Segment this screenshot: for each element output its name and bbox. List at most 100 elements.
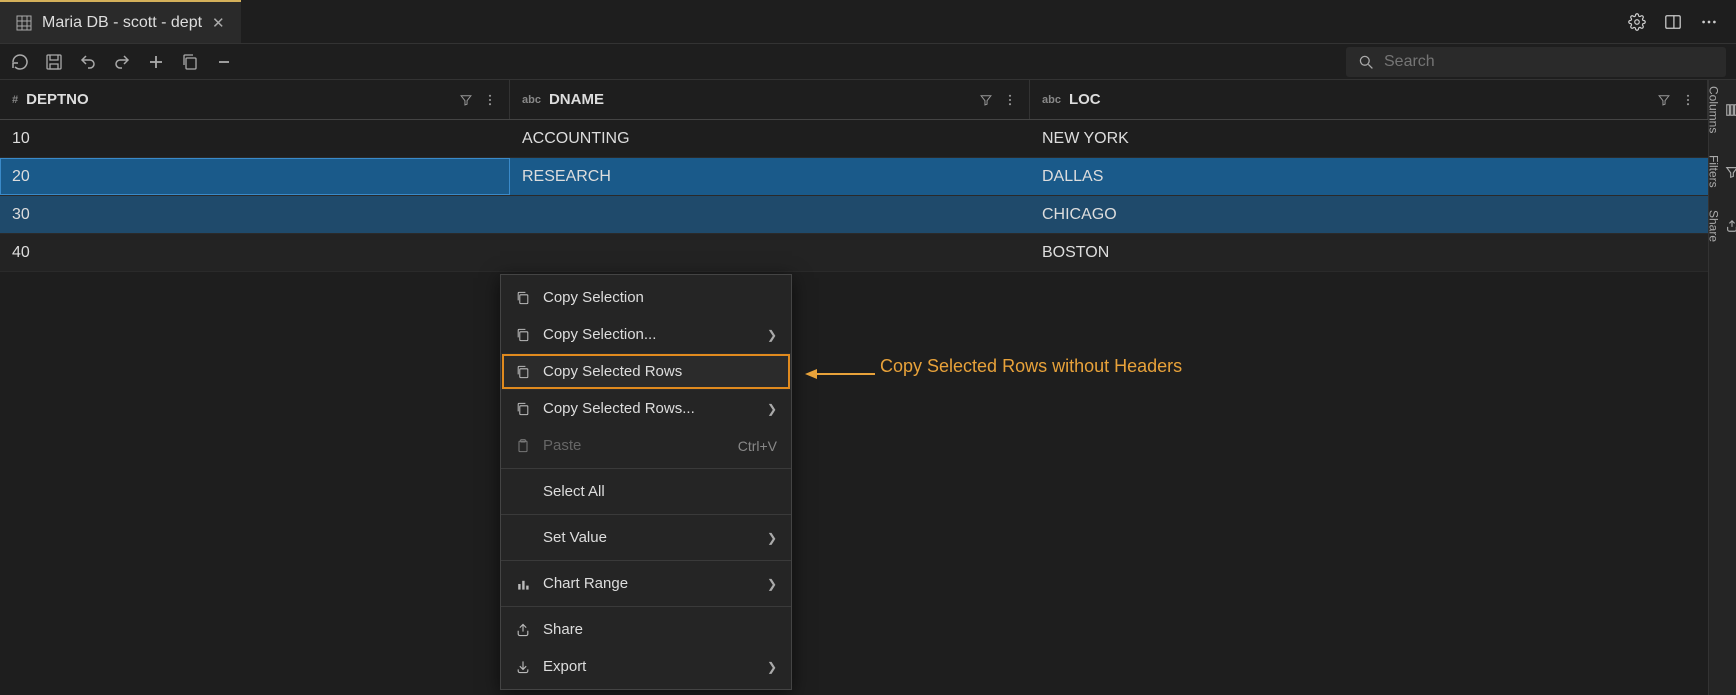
chart-icon	[515, 576, 531, 592]
column-header-loc[interactable]: abc LOC	[1030, 80, 1708, 119]
cell-dname[interactable]	[510, 234, 1030, 271]
tab-strip: Maria DB - scott - dept ✕	[0, 0, 241, 43]
grid-body: 10 ACCOUNTING NEW YORK 20 RESEARCH DALLA…	[0, 120, 1708, 272]
filter-icon[interactable]	[1657, 93, 1671, 107]
menu-item-label: Export	[543, 658, 755, 675]
cell-dname[interactable]: ACCOUNTING	[510, 120, 1030, 157]
close-icon[interactable]: ✕	[212, 14, 225, 32]
chevron-right-icon: ❯	[767, 531, 777, 545]
side-tab-label: Columns	[1707, 86, 1721, 133]
editor-tab[interactable]: Maria DB - scott - dept ✕	[0, 0, 241, 43]
menu-copy-selected-rows[interactable]: Copy Selected Rows	[501, 353, 791, 390]
data-grid: # DEPTNO abc DNAME abc LOC	[0, 80, 1708, 695]
refresh-button[interactable]	[10, 52, 30, 72]
cell-deptno[interactable]: 10	[0, 120, 510, 157]
column-menu-icon[interactable]	[483, 93, 497, 107]
chevron-right-icon: ❯	[767, 577, 777, 591]
search-icon	[1358, 54, 1374, 70]
add-row-button[interactable]	[146, 52, 166, 72]
table-row[interactable]: 30 CHICAGO	[0, 196, 1708, 234]
titlebar: Maria DB - scott - dept ✕	[0, 0, 1736, 44]
menu-item-label: Copy Selection...	[543, 326, 755, 343]
chevron-right-icon: ❯	[767, 660, 777, 674]
menu-item-label: Copy Selected Rows...	[543, 400, 755, 417]
column-menu-icon[interactable]	[1681, 93, 1695, 107]
filter-icon[interactable]	[459, 93, 473, 107]
cell-deptno[interactable]: 20	[0, 158, 510, 195]
column-name: DNAME	[549, 91, 604, 108]
column-name: LOC	[1069, 91, 1101, 108]
annotation-label: Copy Selected Rows without Headers	[880, 356, 1182, 377]
table-row[interactable]: 20 RESEARCH DALLAS	[0, 158, 1708, 196]
cell-deptno[interactable]: 40	[0, 234, 510, 271]
menu-item-label: Select All	[543, 483, 777, 500]
menu-item-label: Set Value	[543, 529, 755, 546]
table-icon	[16, 15, 32, 31]
menu-item-label: Paste	[543, 437, 726, 454]
copy-icon	[515, 364, 531, 380]
menu-copy-selection[interactable]: Copy Selection	[501, 279, 791, 316]
side-tab-filters[interactable]: Filters	[1707, 155, 1736, 188]
menu-item-shortcut: Ctrl+V	[738, 438, 777, 454]
side-tab-label: Share	[1707, 210, 1721, 242]
search-input[interactable]	[1384, 53, 1714, 71]
menu-set-value[interactable]: Set Value ❯	[501, 519, 791, 556]
menu-share[interactable]: Share	[501, 611, 791, 648]
copy-button[interactable]	[180, 52, 200, 72]
panel-icon[interactable]	[1664, 13, 1682, 31]
column-name: DEPTNO	[26, 91, 89, 108]
copy-icon	[515, 290, 531, 306]
menu-item-label: Copy Selected Rows	[543, 363, 777, 380]
column-menu-icon[interactable]	[1003, 93, 1017, 107]
copy-icon	[515, 401, 531, 417]
titlebar-actions	[1628, 13, 1736, 31]
cell-loc[interactable]: CHICAGO	[1030, 196, 1708, 233]
cell-loc[interactable]: BOSTON	[1030, 234, 1708, 271]
paste-icon	[515, 438, 531, 454]
side-tab-share[interactable]: Share	[1707, 210, 1736, 242]
menu-separator	[501, 514, 791, 515]
redo-button[interactable]	[112, 52, 132, 72]
text-type-icon: abc	[522, 94, 541, 106]
table-row[interactable]: 10 ACCOUNTING NEW YORK	[0, 120, 1708, 158]
menu-separator	[501, 468, 791, 469]
cell-loc[interactable]: DALLAS	[1030, 158, 1708, 195]
menu-chart-range[interactable]: Chart Range ❯	[501, 565, 791, 602]
context-menu: Copy Selection Copy Selection... ❯ Copy …	[500, 274, 792, 690]
menu-copy-selection-submenu[interactable]: Copy Selection... ❯	[501, 316, 791, 353]
column-header-dname[interactable]: abc DNAME	[510, 80, 1030, 119]
share-icon	[515, 622, 531, 638]
side-tab-columns[interactable]: Columns	[1707, 86, 1736, 133]
side-panel-tabs: Columns Filters Share	[1708, 80, 1736, 695]
menu-item-label: Copy Selection	[543, 289, 777, 306]
chevron-right-icon: ❯	[767, 328, 777, 342]
toolbar	[0, 44, 1736, 80]
menu-item-label: Share	[543, 621, 777, 638]
search-box[interactable]	[1346, 47, 1726, 77]
save-button[interactable]	[44, 52, 64, 72]
number-type-icon: #	[12, 94, 18, 106]
export-icon	[515, 659, 531, 675]
menu-item-label: Chart Range	[543, 575, 755, 592]
undo-button[interactable]	[78, 52, 98, 72]
remove-row-button[interactable]	[214, 52, 234, 72]
column-header-deptno[interactable]: # DEPTNO	[0, 80, 510, 119]
cell-deptno[interactable]: 30	[0, 196, 510, 233]
cell-loc[interactable]: NEW YORK	[1030, 120, 1708, 157]
cell-dname[interactable]	[510, 196, 1030, 233]
copy-icon	[515, 327, 531, 343]
menu-paste[interactable]: Paste Ctrl+V	[501, 427, 791, 464]
chevron-right-icon: ❯	[767, 402, 777, 416]
column-headers: # DEPTNO abc DNAME abc LOC	[0, 80, 1708, 120]
table-row[interactable]: 40 BOSTON	[0, 234, 1708, 272]
side-tab-label: Filters	[1707, 155, 1721, 188]
menu-export[interactable]: Export ❯	[501, 648, 791, 685]
more-icon[interactable]	[1700, 13, 1718, 31]
annotation-arrow	[805, 364, 875, 384]
cell-dname[interactable]: RESEARCH	[510, 158, 1030, 195]
gear-icon[interactable]	[1628, 13, 1646, 31]
filter-icon[interactable]	[979, 93, 993, 107]
menu-copy-selected-rows-submenu[interactable]: Copy Selected Rows... ❯	[501, 390, 791, 427]
menu-select-all[interactable]: Select All	[501, 473, 791, 510]
menu-separator	[501, 560, 791, 561]
